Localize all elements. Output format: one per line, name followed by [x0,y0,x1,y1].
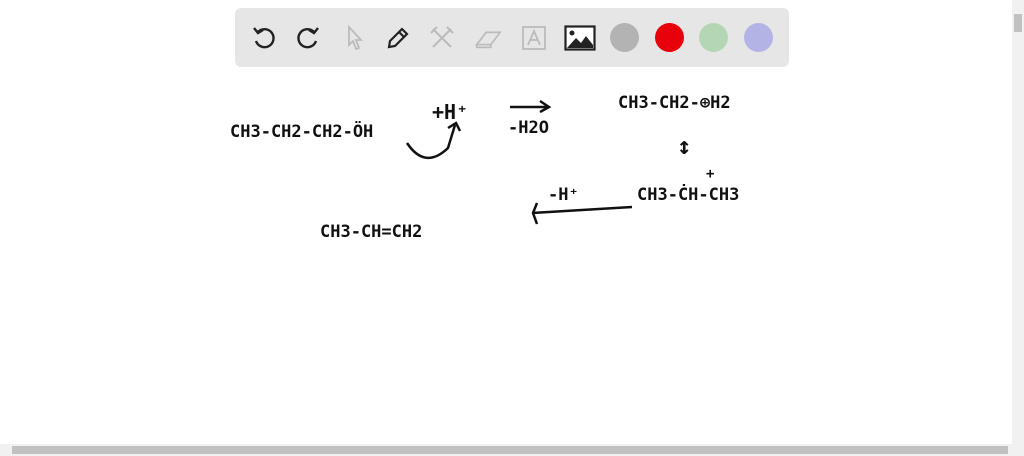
horizontal-scroll-thumb[interactable] [12,446,1008,454]
reaction-arrow-left [531,202,633,225]
vertical-scroll-thumb[interactable] [1014,14,1022,32]
horizontal-scrollbar[interactable] [0,444,1024,456]
handwritten-strokes [405,99,633,225]
vertical-scrollbar[interactable] [1012,0,1024,444]
curved-electron-arrow [405,121,462,159]
reaction-arrow-right [510,99,552,114]
